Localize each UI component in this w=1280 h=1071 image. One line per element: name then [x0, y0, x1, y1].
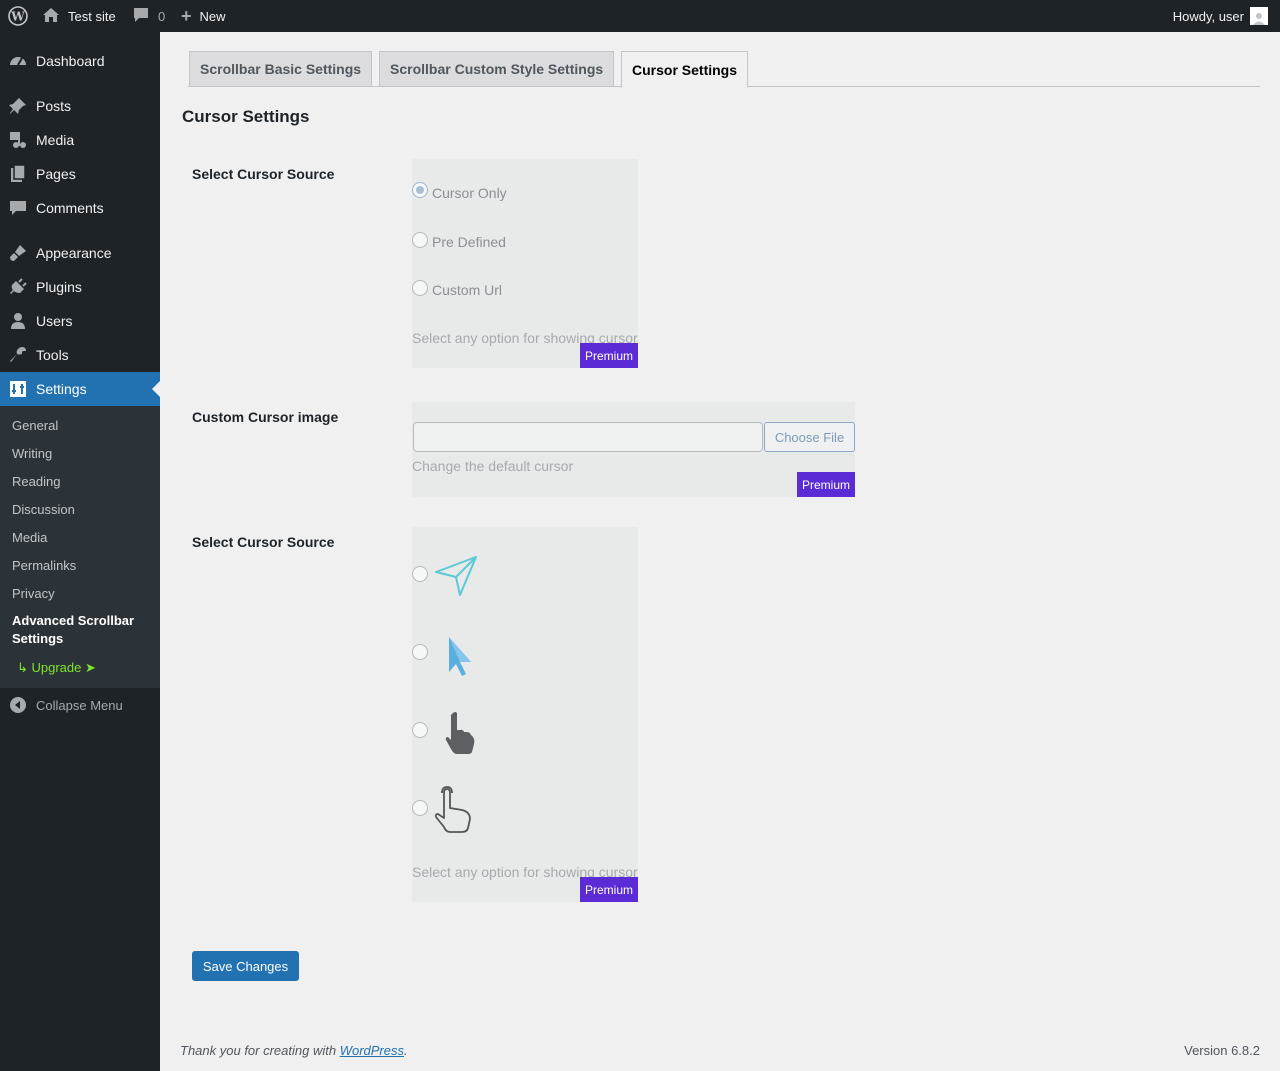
predefined-cursor-options-panel: Select any option for showing cursor Pre…: [412, 527, 638, 902]
premium-badge[interactable]: Premium: [580, 877, 638, 902]
main-content: Scrollbar Basic Settings Scrollbar Custo…: [160, 32, 1280, 1071]
site-name-link[interactable]: Test site: [42, 0, 116, 32]
sidebar-item-label: Comments: [36, 200, 104, 216]
premium-badge[interactable]: Premium: [797, 472, 855, 497]
comment-icon: [132, 7, 150, 26]
wordpress-version: Version 6.8.2: [1184, 1043, 1260, 1058]
submenu-item-privacy[interactable]: Privacy: [12, 586, 55, 601]
sidebar-item-label: Tools: [36, 347, 69, 363]
premium-badge[interactable]: Premium: [580, 343, 638, 368]
save-changes-button[interactable]: Save Changes: [192, 951, 299, 981]
option-label-cursor-only: Cursor Only: [432, 185, 507, 201]
custom-cursor-description: Change the default cursor: [412, 458, 574, 474]
wordpress-logo-icon[interactable]: W: [6, 0, 30, 32]
radio-paper-plane-cursor[interactable]: [412, 566, 428, 582]
sidebar-item-label: Settings: [36, 381, 87, 397]
sidebar-item-label: Posts: [36, 98, 72, 114]
sidebar-item-pages[interactable]: Pages: [0, 157, 160, 191]
sidebar-item-users[interactable]: Users: [0, 304, 160, 338]
submenu-item-media[interactable]: Media: [12, 530, 47, 545]
submenu-item-permalinks[interactable]: Permalinks: [12, 558, 76, 573]
comments-count: 0: [158, 8, 166, 24]
admin-sidebar: Dashboard Posts Media Pages Comments App…: [0, 32, 160, 1071]
radio-custom-url[interactable]: [412, 280, 428, 296]
svg-text:W: W: [10, 10, 25, 24]
sidebar-item-label: Media: [36, 132, 75, 148]
cursor-image-url-input[interactable]: [413, 422, 763, 452]
site-name-label: Test site: [68, 8, 116, 24]
arrow-pointer-cursor-icon: [432, 630, 480, 682]
new-content-link[interactable]: + New: [181, 0, 226, 32]
sidebar-item-posts[interactable]: Posts: [0, 89, 160, 123]
radio-hand-pointer-cursor[interactable]: [412, 722, 428, 738]
footer-thanks-prefix: Thank you for creating with: [180, 1043, 340, 1058]
choose-file-button[interactable]: Choose File: [764, 422, 855, 452]
plug-icon: [8, 277, 28, 297]
sidebar-item-settings[interactable]: Settings: [0, 372, 160, 406]
collapse-arrow-icon: [10, 697, 26, 713]
custom-cursor-image-panel: Choose File Change the default cursor Pr…: [412, 402, 855, 497]
tab-cursor-settings[interactable]: Cursor Settings: [621, 51, 749, 88]
wrench-icon: [8, 345, 28, 365]
sidebar-item-tools[interactable]: Tools: [0, 338, 160, 372]
home-icon: [42, 7, 60, 26]
footer-thanks: Thank you for creating with WordPress.: [180, 1043, 408, 1058]
footer-thanks-suffix: .: [404, 1043, 408, 1058]
sidebar-item-plugins[interactable]: Plugins: [0, 270, 160, 304]
select-cursor-source-label: Select Cursor Source: [192, 166, 335, 182]
cursor-source-options-panel: Cursor Only Pre Defined Custom Url Selec…: [412, 159, 638, 368]
avatar: [1250, 7, 1268, 25]
sidebar-item-label: Pages: [36, 166, 76, 182]
sidebar-item-label: Plugins: [36, 279, 82, 295]
collapse-menu-label: Collapse Menu: [36, 697, 123, 713]
submenu-item-advanced-scrollbar-settings[interactable]: Advanced Scrollbar Settings: [12, 612, 152, 648]
sidebar-item-label: Dashboard: [36, 53, 105, 69]
user-icon: [8, 311, 28, 331]
option-label-custom-url: Custom Url: [432, 282, 503, 298]
pages-icon: [8, 164, 28, 184]
submenu-item-general[interactable]: General: [12, 418, 58, 433]
new-label: New: [199, 8, 226, 24]
account-menu[interactable]: Howdy, user: [1173, 0, 1268, 32]
paper-plane-cursor-icon: [432, 549, 480, 601]
select-cursor-source-label-2: Select Cursor Source: [192, 534, 335, 550]
radio-pre-defined[interactable]: [412, 232, 428, 248]
admin-bar: W Test site 0 + New Howdy, user: [0, 0, 1280, 32]
outline-hand-cursor-icon: [432, 783, 480, 835]
collapse-menu-button[interactable]: Collapse Menu: [0, 688, 160, 722]
media-icon: [8, 130, 28, 150]
hand-pointer-cursor-icon: [432, 707, 480, 759]
plus-icon: +: [181, 5, 192, 26]
submenu-item-upgrade[interactable]: ↳ Upgrade ➤: [17, 660, 96, 676]
tab-scrollbar-basic-settings[interactable]: Scrollbar Basic Settings: [189, 51, 373, 87]
wordpress-link[interactable]: WordPress: [340, 1043, 404, 1058]
option-label-pre-defined: Pre Defined: [432, 234, 506, 250]
sidebar-item-comments[interactable]: Comments: [0, 191, 160, 225]
comments-link[interactable]: 0: [132, 0, 165, 32]
tab-scrollbar-custom-style-settings[interactable]: Scrollbar Custom Style Settings: [379, 51, 615, 87]
brush-icon: [8, 243, 28, 263]
dashboard-icon: [8, 51, 28, 71]
sidebar-item-appearance[interactable]: Appearance: [0, 236, 160, 270]
pin-icon: [8, 96, 28, 116]
howdy-label: Howdy, user: [1172, 8, 1244, 24]
radio-arrow-pointer-cursor[interactable]: [412, 644, 428, 660]
comment-icon: [8, 198, 28, 218]
custom-cursor-image-label: Custom Cursor image: [192, 409, 339, 425]
radio-cursor-only[interactable]: [412, 182, 428, 198]
sidebar-item-label: Users: [36, 313, 73, 329]
sidebar-item-label: Appearance: [36, 245, 112, 261]
radio-outline-hand-cursor[interactable]: [412, 800, 428, 816]
sidebar-item-dashboard[interactable]: Dashboard: [0, 44, 160, 78]
settings-icon: [8, 379, 28, 399]
submenu-item-reading[interactable]: Reading: [12, 474, 60, 489]
sidebar-item-media[interactable]: Media: [0, 123, 160, 157]
submenu-item-writing[interactable]: Writing: [12, 446, 52, 461]
settings-submenu: General Writing Reading Discussion Media…: [0, 406, 160, 688]
submenu-item-discussion[interactable]: Discussion: [12, 502, 75, 517]
page-title: Cursor Settings: [182, 107, 310, 126]
